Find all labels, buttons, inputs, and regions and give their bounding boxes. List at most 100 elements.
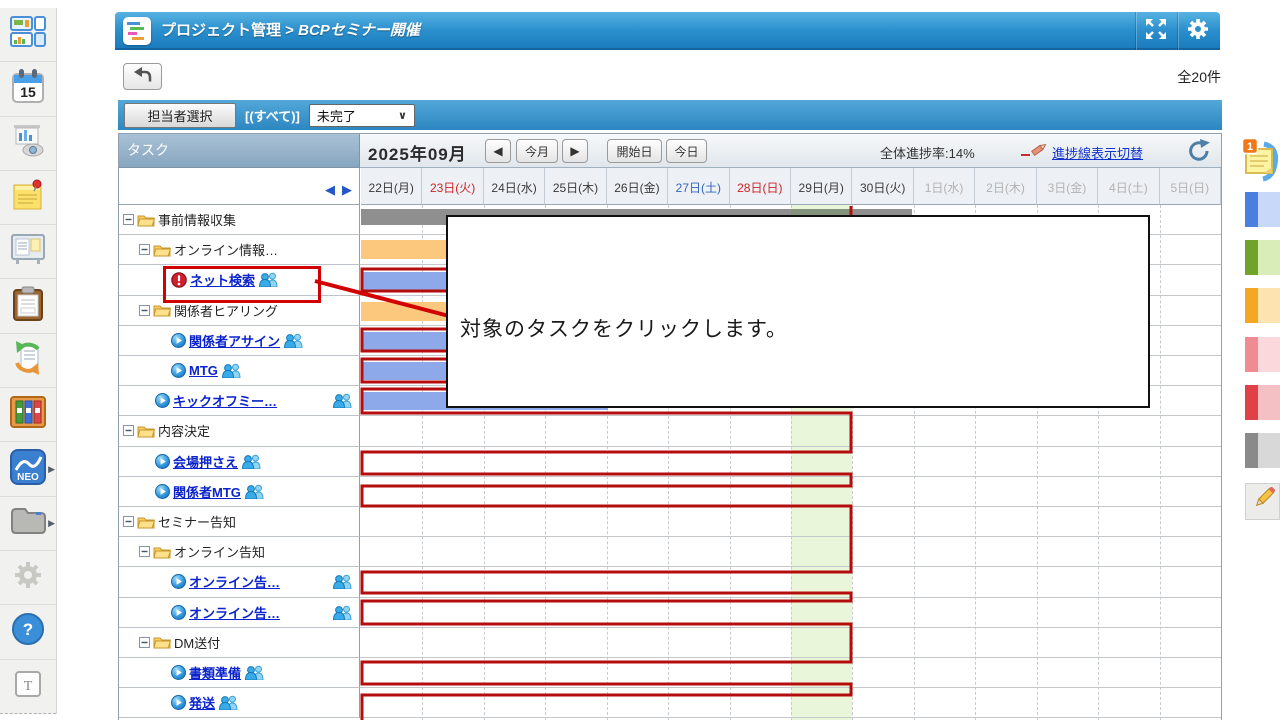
collapse-icon[interactable]: [123, 214, 134, 225]
fusen-tab-orange[interactable]: [1245, 288, 1280, 323]
task-link[interactable]: キックオフミー…: [173, 391, 277, 410]
folder-label: セミナー告知: [158, 512, 236, 531]
task-status-icon: [171, 605, 186, 620]
task-link[interactable]: 書類準備: [189, 663, 241, 682]
chart-row: [360, 658, 1222, 688]
date-header-cell: 24日(水): [484, 168, 545, 205]
chevron-down-icon: ∨: [398, 109, 407, 122]
sidebar-item-presentation[interactable]: [0, 117, 56, 171]
task-link[interactable]: 関係者MTG: [173, 482, 241, 501]
task-link[interactable]: 関係者アサイン: [189, 331, 280, 350]
refresh-icon[interactable]: [1187, 139, 1211, 168]
assignees-icon[interactable]: [244, 665, 265, 680]
assignees-icon[interactable]: [332, 393, 353, 408]
fusen-tab-green[interactable]: [1245, 240, 1280, 275]
sidebar-item-cabinet[interactable]: [0, 388, 56, 442]
assignees-icon[interactable]: [218, 695, 239, 710]
fusen-tab-pink[interactable]: [1245, 337, 1280, 372]
date-header-cell: 28日(日): [730, 168, 791, 205]
fusen-tab-red[interactable]: [1245, 385, 1280, 420]
folder-label: DM送付: [174, 633, 220, 652]
collapse-icon[interactable]: [123, 516, 134, 527]
clipboard-icon: [12, 286, 44, 327]
task-row: 書類準備: [118, 658, 360, 688]
chart-row: [360, 688, 1222, 718]
today-button[interactable]: 今日: [666, 139, 707, 163]
help-icon: ?: [11, 612, 45, 651]
breadcrumb-project: BCPセミナー開催: [298, 22, 420, 39]
folder-label: オンライン情報…: [174, 240, 278, 259]
task-status-icon: [171, 333, 186, 348]
task-row: 関係者MTG: [118, 477, 360, 507]
memo-icon: [11, 178, 45, 217]
collapse-icon[interactable]: [139, 546, 150, 557]
sidebar-item-memo[interactable]: [0, 171, 56, 225]
task-status-icon: [171, 574, 186, 589]
task-link[interactable]: オンライン告…: [189, 603, 280, 622]
sidebar-item-bulletin[interactable]: [0, 225, 56, 279]
chart-row: [360, 628, 1222, 658]
status-filter-select[interactable]: 未完了 ∨: [309, 104, 415, 127]
chart-row: [360, 447, 1222, 477]
assignees-icon[interactable]: [258, 272, 279, 287]
fusen-tab-gray[interactable]: [1245, 433, 1280, 468]
settings-button[interactable]: [1177, 12, 1218, 50]
total-count: 全20件: [1177, 67, 1221, 87]
date-header-cell: 3日(金): [1037, 168, 1098, 205]
task-row: オンライン告…: [118, 598, 360, 628]
sidebar-item-text[interactable]: T: [0, 660, 56, 714]
prev-month-button[interactable]: ◀: [485, 139, 511, 163]
date-header-cell: 23日(火): [422, 168, 483, 205]
sidebar-item-schedule[interactable]: 15: [0, 62, 56, 116]
assignees-icon[interactable]: [332, 574, 353, 589]
task-link[interactable]: オンライン告…: [189, 572, 280, 591]
app-header: プロジェクト管理 > BCPセミナー開催: [115, 12, 1220, 50]
sidebar-item-neo[interactable]: NEO ▶: [0, 442, 56, 496]
task-status-icon: [171, 695, 186, 710]
this-month-button[interactable]: 今月: [516, 139, 558, 163]
collapse-icon[interactable]: [139, 637, 150, 648]
callout-text: 対象のタスクをクリックします。: [460, 313, 788, 343]
sidebar-item-settings[interactable]: [0, 551, 56, 605]
assignee-select-button[interactable]: 担当者選択: [124, 103, 236, 128]
task-link[interactable]: MTG: [189, 363, 218, 378]
assignees-icon[interactable]: [332, 605, 353, 620]
pan-left-arrow[interactable]: ◀: [325, 183, 335, 196]
fullscreen-button[interactable]: [1135, 12, 1176, 50]
fusen-pencil-button[interactable]: [1245, 483, 1280, 520]
back-button[interactable]: [123, 63, 162, 90]
fusen-note-button[interactable]: 1: [1242, 138, 1280, 187]
breadcrumb-separator: >: [281, 22, 298, 39]
task-row: オンライン告知: [118, 537, 360, 567]
sidebar-item-help[interactable]: ?: [0, 605, 56, 659]
pan-right-arrow[interactable]: ▶: [342, 183, 352, 196]
task-link[interactable]: 会場押さえ: [173, 452, 238, 471]
date-pan-cell: ◀ ▶: [118, 168, 360, 205]
fusen-tab-blue[interactable]: [1245, 192, 1280, 227]
assignees-icon[interactable]: [244, 484, 265, 499]
folder-icon: [153, 545, 171, 559]
presentation-icon: [10, 124, 46, 163]
folder-label: オンライン告知: [174, 542, 265, 561]
collapse-icon[interactable]: [123, 425, 134, 436]
task-link[interactable]: 発送: [189, 693, 215, 712]
start-date-button[interactable]: 開始日: [607, 139, 662, 163]
sidebar-item-folder[interactable]: ▶: [0, 497, 56, 551]
chart-row: [360, 567, 1222, 597]
assignees-icon[interactable]: [241, 454, 262, 469]
sidebar-item-circulation[interactable]: [0, 334, 56, 388]
task-row: 内容決定: [118, 416, 360, 446]
sidebar-item-clipboard[interactable]: [0, 279, 56, 333]
task-link[interactable]: ネット検索: [190, 270, 255, 289]
date-header-cell: 26日(金): [607, 168, 668, 205]
chart-row: [360, 598, 1222, 628]
progress-line-toggle-link[interactable]: 進捗線表示切替: [1052, 143, 1143, 162]
collapse-icon[interactable]: [139, 244, 150, 255]
collapse-icon[interactable]: [139, 305, 150, 316]
app-sidebar: 15: [0, 8, 57, 714]
assignees-icon[interactable]: [283, 333, 304, 348]
next-month-button[interactable]: ▶: [562, 139, 588, 163]
chart-row: [360, 507, 1222, 537]
assignees-icon[interactable]: [221, 363, 242, 378]
sidebar-item-portal[interactable]: [0, 8, 56, 62]
